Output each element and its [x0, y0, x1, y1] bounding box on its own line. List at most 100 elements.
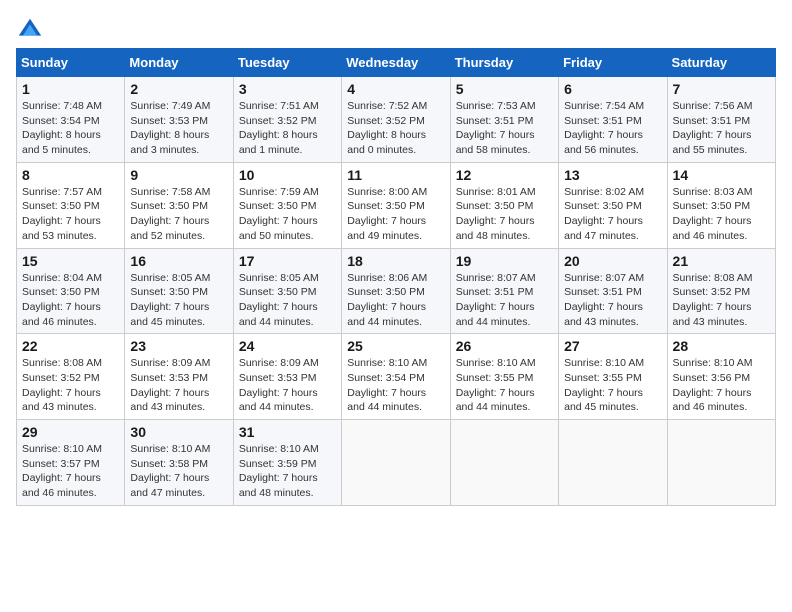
- header-wednesday: Wednesday: [342, 49, 450, 77]
- day-info: Sunrise: 8:08 AMSunset: 3:52 PMDaylight:…: [673, 271, 770, 330]
- calendar-header-row: SundayMondayTuesdayWednesdayThursdayFrid…: [17, 49, 776, 77]
- calendar-cell: 25Sunrise: 8:10 AMSunset: 3:54 PMDayligh…: [342, 334, 450, 420]
- day-number: 7: [673, 81, 770, 97]
- calendar-cell: [342, 420, 450, 506]
- day-info: Sunrise: 8:04 AMSunset: 3:50 PMDaylight:…: [22, 271, 119, 330]
- calendar-cell: 15Sunrise: 8:04 AMSunset: 3:50 PMDayligh…: [17, 248, 125, 334]
- calendar-cell: 28 Sunrise: 8:10 AMSunset: 3:56 PMDayligh…: [667, 334, 775, 420]
- calendar-cell: 14 Sunrise: 8:03 AMSunset: 3:50 PMDayligh…: [667, 162, 775, 248]
- day-info: Sunrise: 8:07 AMSunset: 3:51 PMDaylight:…: [456, 271, 553, 330]
- calendar-cell: 20 Sunrise: 8:07 AMSunset: 3:51 PMDayligh…: [559, 248, 667, 334]
- day-info: Sunrise: 8:10 AMSunset: 3:55 PMDaylight:…: [456, 356, 553, 415]
- day-number: 5: [456, 81, 553, 97]
- page-header: [16, 16, 776, 44]
- header-friday: Friday: [559, 49, 667, 77]
- day-info: Sunrise: 7:51 AMSunset: 3:52 PMDaylight:…: [239, 99, 336, 158]
- calendar-cell: [450, 420, 558, 506]
- day-number: 2: [130, 81, 227, 97]
- day-number: 18: [347, 253, 444, 269]
- day-number: 27: [564, 338, 661, 354]
- day-info: Sunrise: 8:06 AMSunset: 3:50 PMDaylight:…: [347, 271, 444, 330]
- day-info: Sunrise: 7:57 AMSunset: 3:50 PMDaylight:…: [22, 185, 119, 244]
- calendar-cell: 11 Sunrise: 8:00 AMSunset: 3:50 PMDayligh…: [342, 162, 450, 248]
- calendar-cell: 18 Sunrise: 8:06 AMSunset: 3:50 PMDayligh…: [342, 248, 450, 334]
- calendar-cell: [667, 420, 775, 506]
- calendar-cell: 31 Sunrise: 8:10 AMSunset: 3:59 PMDayligh…: [233, 420, 341, 506]
- day-number: 10: [239, 167, 336, 183]
- day-info: Sunrise: 8:09 AMSunset: 3:53 PMDaylight:…: [130, 356, 227, 415]
- header-monday: Monday: [125, 49, 233, 77]
- day-number: 4: [347, 81, 444, 97]
- calendar-cell: 17 Sunrise: 8:05 AMSunset: 3:50 PMDayligh…: [233, 248, 341, 334]
- day-info: Sunrise: 7:59 AMSunset: 3:50 PMDaylight:…: [239, 185, 336, 244]
- calendar-week-row: 22Sunrise: 8:08 AMSunset: 3:52 PMDayligh…: [17, 334, 776, 420]
- calendar-cell: 27 Sunrise: 8:10 AMSunset: 3:55 PMDayligh…: [559, 334, 667, 420]
- calendar-table: SundayMondayTuesdayWednesdayThursdayFrid…: [16, 48, 776, 506]
- calendar-week-row: 29Sunrise: 8:10 AMSunset: 3:57 PMDayligh…: [17, 420, 776, 506]
- calendar-cell: 19 Sunrise: 8:07 AMSunset: 3:51 PMDayligh…: [450, 248, 558, 334]
- calendar-cell: 30 Sunrise: 8:10 AMSunset: 3:58 PMDayligh…: [125, 420, 233, 506]
- calendar-cell: 8 Sunrise: 7:57 AMSunset: 3:50 PMDaylight…: [17, 162, 125, 248]
- day-info: Sunrise: 8:10 AMSunset: 3:57 PMDaylight:…: [22, 442, 119, 501]
- header-tuesday: Tuesday: [233, 49, 341, 77]
- calendar-cell: 9 Sunrise: 7:58 AMSunset: 3:50 PMDaylight…: [125, 162, 233, 248]
- day-info: Sunrise: 7:52 AMSunset: 3:52 PMDaylight:…: [347, 99, 444, 158]
- calendar-cell: 26Sunrise: 8:10 AMSunset: 3:55 PMDayligh…: [450, 334, 558, 420]
- header-saturday: Saturday: [667, 49, 775, 77]
- calendar-cell: 2 Sunrise: 7:49 AMSunset: 3:53 PMDaylight…: [125, 77, 233, 163]
- calendar-cell: 12 Sunrise: 8:01 AMSunset: 3:50 PMDayligh…: [450, 162, 558, 248]
- day-info: Sunrise: 8:08 AMSunset: 3:52 PMDaylight:…: [22, 356, 119, 415]
- day-number: 3: [239, 81, 336, 97]
- day-info: Sunrise: 7:48 AMSunset: 3:54 PMDaylight:…: [22, 99, 119, 158]
- calendar-cell: 6 Sunrise: 7:54 AMSunset: 3:51 PMDaylight…: [559, 77, 667, 163]
- calendar-cell: 7 Sunrise: 7:56 AMSunset: 3:51 PMDaylight…: [667, 77, 775, 163]
- day-number: 25: [347, 338, 444, 354]
- day-info: Sunrise: 7:54 AMSunset: 3:51 PMDaylight:…: [564, 99, 661, 158]
- day-number: 12: [456, 167, 553, 183]
- day-info: Sunrise: 8:01 AMSunset: 3:50 PMDaylight:…: [456, 185, 553, 244]
- day-info: Sunrise: 8:10 AMSunset: 3:55 PMDaylight:…: [564, 356, 661, 415]
- day-number: 16: [130, 253, 227, 269]
- logo-icon: [16, 16, 44, 44]
- day-info: Sunrise: 8:03 AMSunset: 3:50 PMDaylight:…: [673, 185, 770, 244]
- calendar-cell: 21 Sunrise: 8:08 AMSunset: 3:52 PMDayligh…: [667, 248, 775, 334]
- day-info: Sunrise: 8:10 AMSunset: 3:58 PMDaylight:…: [130, 442, 227, 501]
- day-info: Sunrise: 8:05 AMSunset: 3:50 PMDaylight:…: [239, 271, 336, 330]
- day-info: Sunrise: 8:00 AMSunset: 3:50 PMDaylight:…: [347, 185, 444, 244]
- calendar-week-row: 8 Sunrise: 7:57 AMSunset: 3:50 PMDaylight…: [17, 162, 776, 248]
- day-number: 6: [564, 81, 661, 97]
- day-info: Sunrise: 8:05 AMSunset: 3:50 PMDaylight:…: [130, 271, 227, 330]
- calendar-cell: 10 Sunrise: 7:59 AMSunset: 3:50 PMDayligh…: [233, 162, 341, 248]
- calendar-cell: 3 Sunrise: 7:51 AMSunset: 3:52 PMDaylight…: [233, 77, 341, 163]
- day-info: Sunrise: 7:58 AMSunset: 3:50 PMDaylight:…: [130, 185, 227, 244]
- day-info: Sunrise: 8:10 AMSunset: 3:59 PMDaylight:…: [239, 442, 336, 501]
- calendar-cell: 29Sunrise: 8:10 AMSunset: 3:57 PMDayligh…: [17, 420, 125, 506]
- calendar-week-row: 15Sunrise: 8:04 AMSunset: 3:50 PMDayligh…: [17, 248, 776, 334]
- day-number: 14: [673, 167, 770, 183]
- day-number: 11: [347, 167, 444, 183]
- day-number: 28: [673, 338, 770, 354]
- day-info: Sunrise: 7:56 AMSunset: 3:51 PMDaylight:…: [673, 99, 770, 158]
- day-number: 19: [456, 253, 553, 269]
- calendar-cell: 23Sunrise: 8:09 AMSunset: 3:53 PMDayligh…: [125, 334, 233, 420]
- day-number: 21: [673, 253, 770, 269]
- calendar-cell: [559, 420, 667, 506]
- calendar-cell: 13Sunrise: 8:02 AMSunset: 3:50 PMDayligh…: [559, 162, 667, 248]
- calendar-cell: 1 Sunrise: 7:48 AMSunset: 3:54 PMDaylight…: [17, 77, 125, 163]
- day-info: Sunrise: 7:49 AMSunset: 3:53 PMDaylight:…: [130, 99, 227, 158]
- logo: [16, 16, 48, 44]
- calendar-cell: 16 Sunrise: 8:05 AMSunset: 3:50 PMDayligh…: [125, 248, 233, 334]
- day-number: 20: [564, 253, 661, 269]
- calendar-cell: 5Sunrise: 7:53 AMSunset: 3:51 PMDaylight…: [450, 77, 558, 163]
- day-number: 1: [22, 81, 119, 97]
- day-number: 30: [130, 424, 227, 440]
- day-info: Sunrise: 8:10 AMSunset: 3:56 PMDaylight:…: [673, 356, 770, 415]
- day-number: 31: [239, 424, 336, 440]
- calendar-cell: 4 Sunrise: 7:52 AMSunset: 3:52 PMDaylight…: [342, 77, 450, 163]
- day-number: 9: [130, 167, 227, 183]
- day-number: 17: [239, 253, 336, 269]
- day-number: 24: [239, 338, 336, 354]
- day-info: Sunrise: 8:02 AMSunset: 3:50 PMDaylight:…: [564, 185, 661, 244]
- day-number: 8: [22, 167, 119, 183]
- day-info: Sunrise: 8:07 AMSunset: 3:51 PMDaylight:…: [564, 271, 661, 330]
